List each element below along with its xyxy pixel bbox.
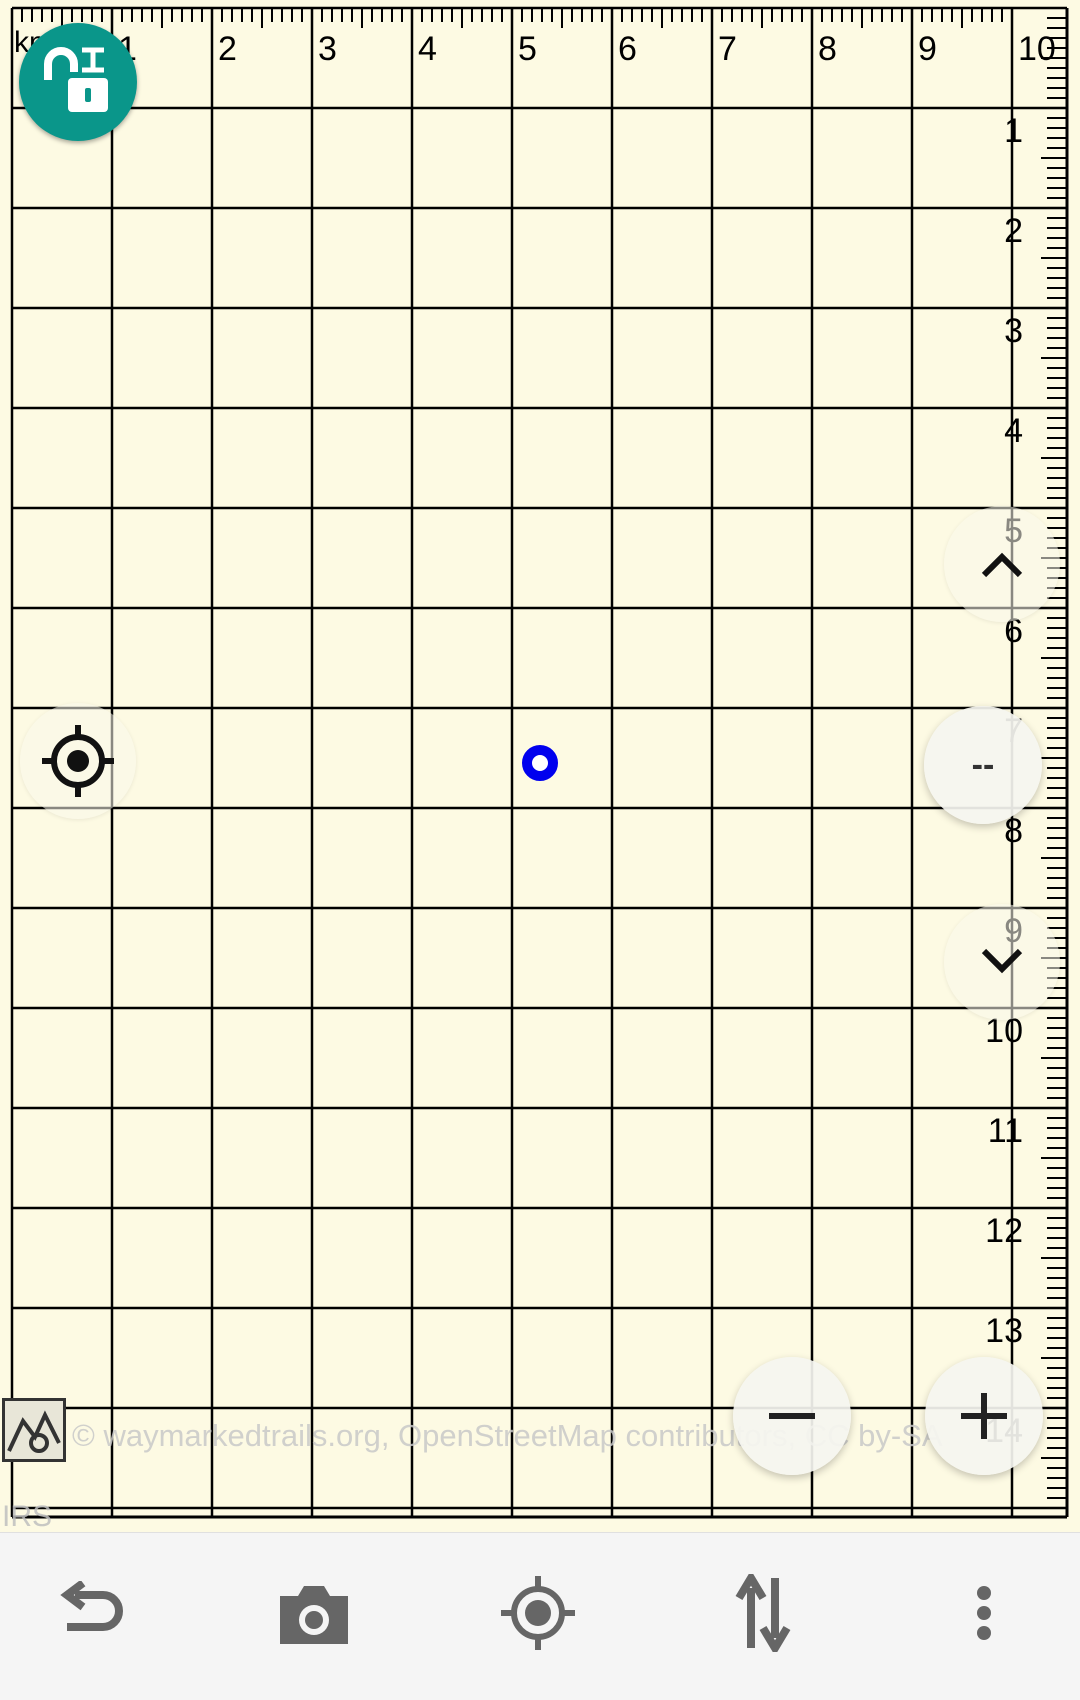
ruler-label-top: 7: [718, 30, 737, 68]
crosshair-icon: [42, 725, 114, 797]
gps-icon: [501, 1576, 575, 1650]
more-vert-icon: [977, 1586, 991, 1640]
recenter-button[interactable]: [20, 703, 136, 819]
bottom-toolbar: [0, 1532, 1080, 1700]
swap-vertical-icon: [735, 1574, 791, 1652]
ruler-label-right: 1: [1004, 112, 1023, 150]
ruler-label-top: 2: [218, 30, 237, 68]
ruler-label-top: 6: [618, 30, 637, 68]
camera-icon: [280, 1586, 348, 1644]
overflow-menu-button[interactable]: [924, 1553, 1044, 1673]
ruler-label-right: 13: [985, 1312, 1023, 1350]
camera-button[interactable]: [254, 1553, 374, 1673]
plus-icon: [961, 1393, 1007, 1439]
unlock-icon: [44, 47, 108, 112]
user-location-marker: [522, 745, 558, 781]
ruler-label-right: 12: [985, 1212, 1023, 1250]
map-layers-icon[interactable]: [2, 1398, 66, 1462]
gps-button[interactable]: [478, 1553, 598, 1673]
chevron-down-icon: [981, 948, 1023, 974]
undo-button[interactable]: [30, 1553, 150, 1673]
minus-icon: [769, 1413, 815, 1419]
map-view[interactable]: km123456789101234567891011121314 --: [0, 0, 1080, 1532]
chevron-up-icon: [981, 552, 1023, 578]
ruler-label-right: 11: [988, 1112, 1023, 1150]
crs-label: IRS: [2, 1500, 53, 1532]
ruler-label-top: 4: [418, 30, 437, 68]
ruler-label-top: 3: [318, 30, 337, 68]
scroll-up-button[interactable]: [944, 506, 1060, 622]
scroll-down-button[interactable]: [944, 904, 1060, 1020]
fine-adjust-button[interactable]: --: [924, 706, 1042, 824]
zoom-in-button[interactable]: [925, 1357, 1043, 1475]
layers-glyph: [7, 1410, 61, 1453]
ruler-label-top: 9: [918, 30, 937, 68]
undo-icon: [60, 1581, 123, 1631]
ruler-label-top: 8: [818, 30, 837, 68]
zoom-out-button[interactable]: [733, 1357, 851, 1475]
ruler-label-right: 2: [1004, 212, 1023, 250]
fine-adjust-label: --: [971, 745, 995, 784]
ruler-label-top: 10: [1018, 30, 1056, 68]
swap-button[interactable]: [703, 1553, 823, 1673]
ruler-label-top: 5: [518, 30, 537, 68]
ruler-label-right: 4: [1004, 412, 1023, 450]
lock-button[interactable]: [19, 23, 137, 141]
ruler-label-right: 3: [1004, 312, 1023, 350]
